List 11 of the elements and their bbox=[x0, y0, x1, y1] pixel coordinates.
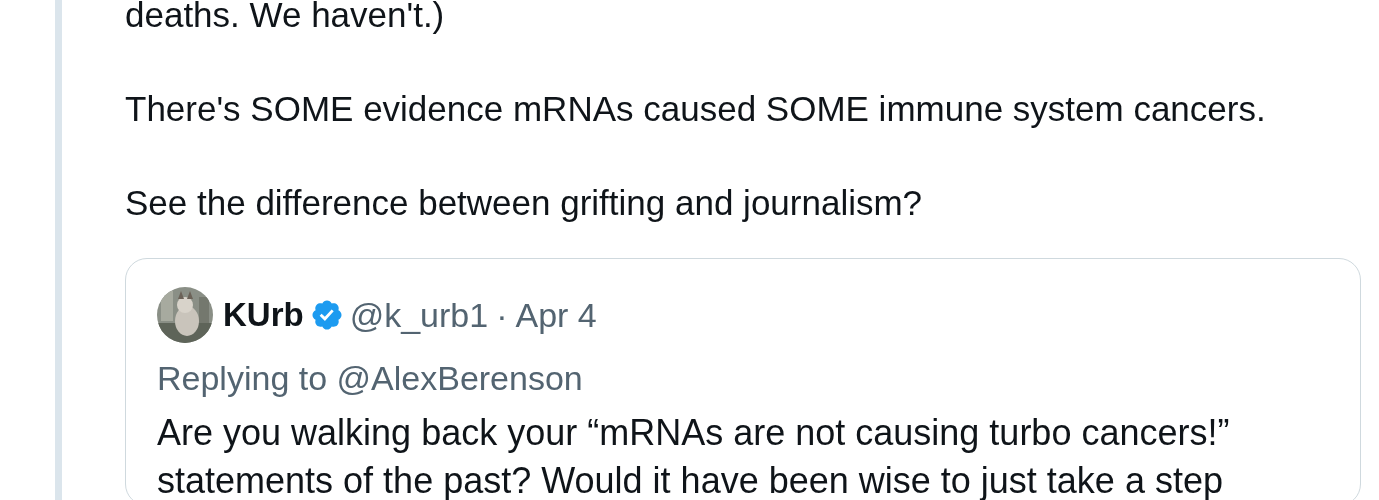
tweet-date[interactable]: Apr 4 bbox=[515, 295, 597, 335]
separator: · bbox=[496, 295, 508, 335]
quoted-tweet-card[interactable]: KUrb @k_urb1 · Apr 4 Replying to @AlexBerenson Are you walking back your “mRNAs are not causing turbo cancers!” statements of the past? Would it have been wise to just take a step bbox=[125, 258, 1361, 500]
tweet-text: deaths. We haven't.) bbox=[125, 0, 446, 36]
tweet-text: See the difference between grifting and journalism? bbox=[125, 182, 924, 224]
author-name[interactable]: KUrb bbox=[223, 296, 304, 334]
author-handle[interactable]: @k_urb1 bbox=[349, 295, 489, 335]
replying-to: Replying to @AlexBerenson bbox=[157, 358, 584, 399]
tweet-text: There's SOME evidence mRNAs caused SOME immune system cancers. bbox=[125, 88, 1267, 130]
quoted-tweet-text: Are you walking back your “mRNAs are not causing turbo cancers!” bbox=[157, 411, 1231, 455]
quoted-tweet-text: statements of the past? Would it have been wise to just take a step bbox=[157, 459, 1224, 500]
